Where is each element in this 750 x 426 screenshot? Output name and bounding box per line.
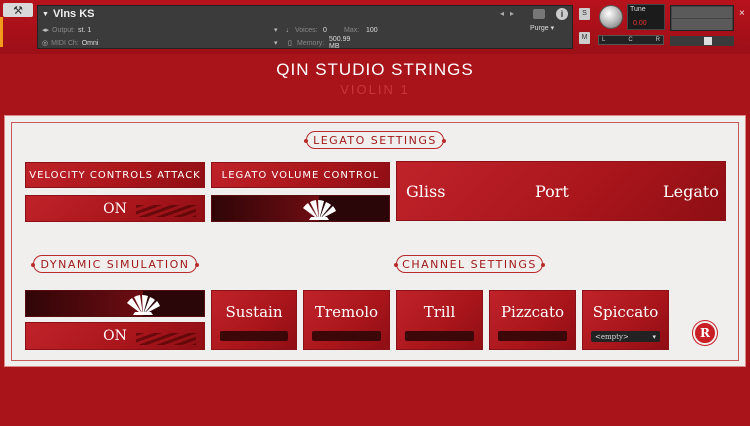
- fan-handle-icon[interactable]: [123, 294, 163, 316]
- channel-tremolo-label: Tremolo: [314, 303, 379, 321]
- product-title: QIN STUDIO STRINGS: [276, 60, 474, 79]
- midi-select[interactable]: Omni: [82, 40, 99, 47]
- channel-trill[interactable]: Trill: [396, 290, 483, 350]
- mode-gliss-button[interactable]: Gliss: [406, 182, 445, 201]
- info-icon[interactable]: i: [556, 8, 568, 20]
- channel-sustain-label: Sustain: [225, 303, 283, 321]
- dropdown-arrow-icon[interactable]: ▼: [42, 11, 49, 18]
- channel-sustain[interactable]: Sustain: [211, 290, 297, 350]
- level-meters: [670, 5, 734, 31]
- legato-mode-selector: Gliss Port Legato: [396, 161, 726, 221]
- channel-settings-heading: CHANNEL SETTINGS: [394, 255, 545, 273]
- instrument-name[interactable]: ▼ Vlns KS: [42, 8, 95, 20]
- midi-icon: ◎: [42, 40, 49, 47]
- channel-sustain-slot[interactable]: [220, 331, 288, 341]
- kontakt-header: ⚒ ▼ Vlns KS ◂▸ i ◂▸ Output: st. 1 ▾ ♩ Vo…: [0, 0, 750, 54]
- mode-port-button[interactable]: Port: [535, 182, 569, 201]
- instrument-nav-arrows[interactable]: ◂▸: [500, 9, 520, 18]
- max-label: Max:: [344, 26, 360, 34]
- velocity-attack-toggle[interactable]: ON: [25, 195, 205, 222]
- midi-dropdown-icon[interactable]: ▾: [274, 39, 278, 47]
- close-icon[interactable]: ×: [739, 8, 745, 19]
- output-label: Output:: [52, 26, 75, 34]
- memory-label: Memory:: [297, 39, 325, 47]
- wrench-icon[interactable]: ⚒: [3, 3, 33, 17]
- instrument-selected-indicator: [0, 17, 3, 47]
- channel-spiccato[interactable]: Spiccato <empty> ▾: [582, 290, 669, 350]
- voices-label: Voices:: [295, 26, 318, 34]
- mode-legato-button[interactable]: Legato: [663, 182, 719, 201]
- voices-icon: ♩: [286, 26, 293, 34]
- velocity-attack-state: ON: [103, 200, 127, 217]
- velocity-attack-label: VELOCITY CONTROLS ATTACK: [25, 162, 205, 188]
- dynamic-simulation-heading: DYNAMIC SIMULATION: [31, 255, 199, 273]
- fan-handle-icon[interactable]: [299, 199, 339, 221]
- tune-display: Tune 0.00: [627, 4, 665, 30]
- max-value[interactable]: 100: [366, 27, 378, 34]
- output-icon: ◂▸: [42, 27, 50, 34]
- pan-slider[interactable]: L C R: [598, 35, 664, 45]
- tune-label: Tune: [630, 6, 646, 13]
- legato-volume-label: LEGATO VOLUME CONTROL: [211, 162, 390, 188]
- channel-spiccato-label: Spiccato: [592, 303, 659, 321]
- purge-menu[interactable]: Purge ▾: [530, 24, 554, 32]
- output-row: ◂▸ Output: st. 1 ▾ ♩ Voices: 0 Max: 100: [38, 24, 378, 36]
- tune-value[interactable]: 0.00: [633, 20, 647, 27]
- instrument-subtitle: VIOLIN 1: [340, 82, 410, 97]
- legato-settings-heading: LEGATO SETTINGS: [304, 131, 446, 149]
- channel-tremolo[interactable]: Tremolo: [303, 290, 390, 350]
- channel-tremolo-slot[interactable]: [312, 331, 381, 341]
- chevron-down-icon: ▾: [652, 332, 656, 341]
- channel-pizzcato[interactable]: Pizzcato: [489, 290, 576, 350]
- dynamic-simulation-toggle[interactable]: ON: [25, 322, 205, 350]
- voices-value: 0: [323, 26, 327, 34]
- brand-logo: R: [693, 321, 717, 345]
- camera-icon[interactable]: [533, 9, 545, 19]
- channel-pizzcato-slot[interactable]: [498, 331, 567, 341]
- midi-label: MIDI Ch:: [51, 39, 79, 47]
- solo-button[interactable]: S: [579, 8, 590, 20]
- channel-pizzcato-label: Pizzcato: [500, 303, 565, 321]
- channel-trill-slot[interactable]: [405, 331, 474, 341]
- mute-button[interactable]: M: [579, 32, 590, 44]
- tune-knob[interactable]: [599, 5, 623, 29]
- volume-thumb[interactable]: [704, 37, 712, 45]
- output-dropdown-icon[interactable]: ▾: [274, 26, 278, 34]
- instrument-info-panel: ▼ Vlns KS ◂▸ i ◂▸ Output: st. 1 ▾ ♩ Voic…: [37, 5, 573, 50]
- volume-slider[interactable]: [670, 36, 734, 46]
- channel-spiccato-value: <empty>: [595, 332, 629, 341]
- output-select[interactable]: st. 1: [78, 27, 91, 34]
- channel-spiccato-dropdown[interactable]: <empty> ▾: [591, 331, 660, 342]
- channel-trill-label: Trill: [423, 303, 456, 321]
- memory-value: 500.99 MB: [329, 36, 351, 50]
- dynamic-simulation-slider[interactable]: [25, 290, 205, 317]
- legato-volume-slider[interactable]: [211, 195, 390, 222]
- dynamic-simulation-state: ON: [103, 328, 127, 344]
- memory-icon: ▯: [288, 40, 292, 47]
- midi-row: ◎ MIDI Ch: Omni ▾ ▯ Memory: 500.99 MB: [38, 36, 350, 50]
